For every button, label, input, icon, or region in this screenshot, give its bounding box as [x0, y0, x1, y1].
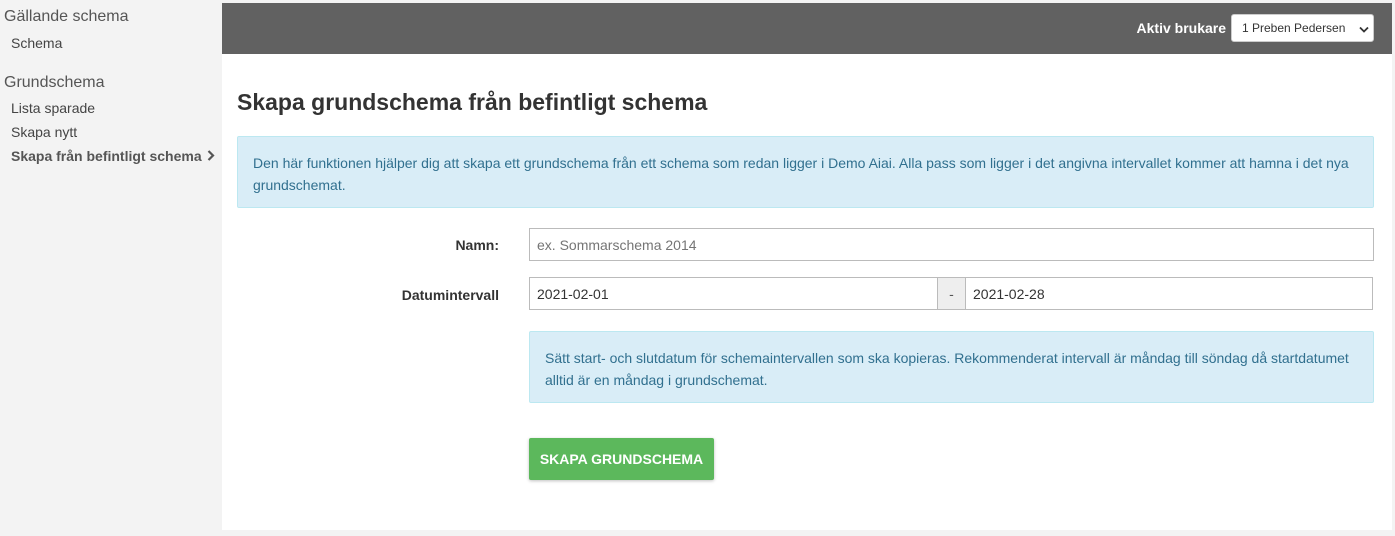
chevron-right-icon — [207, 148, 215, 164]
chevron-down-icon — [1359, 23, 1369, 33]
date-help-alert: Sätt start- och slutdatum för schemainte… — [529, 331, 1374, 403]
name-label: Namn: — [455, 237, 499, 253]
sidebar-item-schema[interactable]: Schema — [11, 35, 62, 51]
sidebar-section-base-schedule: Grundschema — [4, 74, 105, 91]
page-title: Skapa grundschema från befintligt schema — [237, 89, 708, 115]
main-content: Aktiv brukare 1 Preben Pedersen Skapa gr… — [222, 3, 1392, 530]
sidebar-item-create-from-existing[interactable]: Skapa från befintligt schema — [11, 148, 215, 164]
name-input[interactable] — [529, 228, 1374, 261]
top-bar: Aktiv brukare 1 Preben Pedersen — [222, 3, 1392, 54]
sidebar-item-create-new[interactable]: Skapa nytt — [11, 124, 77, 140]
sidebar: Gällande schema Schema Grundschema Lista… — [0, 0, 222, 536]
date-interval-label: Datumintervall — [401, 287, 499, 303]
active-user-value: 1 Preben Pedersen — [1242, 21, 1346, 35]
active-user-select[interactable]: 1 Preben Pedersen — [1231, 14, 1374, 42]
date-end-input[interactable]: 2021-02-28 — [965, 277, 1373, 310]
date-start-input[interactable]: 2021-02-01 — [529, 277, 938, 310]
active-user-label: Aktiv brukare — [1136, 20, 1226, 36]
create-base-schedule-button[interactable]: SKAPA GRUNDSCHEMA — [529, 438, 714, 480]
sidebar-item-saved-list[interactable]: Lista sparade — [11, 100, 95, 116]
sidebar-section-current-schedule: Gällande schema — [4, 8, 129, 25]
date-separator: - — [938, 277, 965, 310]
info-alert: Den här funktionen hjälper dig att skapa… — [237, 136, 1374, 208]
sidebar-item-label: Skapa från befintligt schema — [11, 148, 202, 164]
